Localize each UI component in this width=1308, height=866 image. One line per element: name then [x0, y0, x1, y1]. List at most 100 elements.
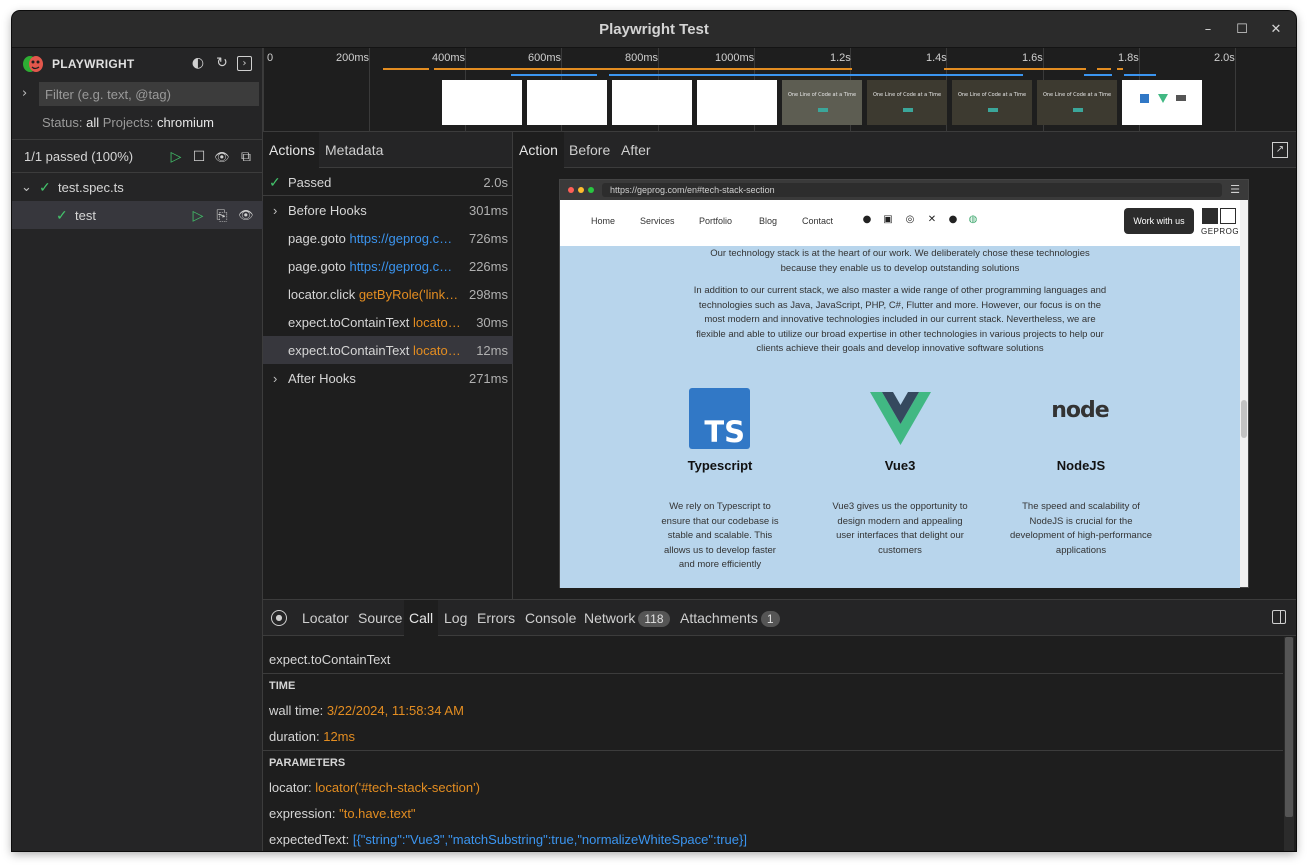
browser-url: https://geprog.com/en#tech-stack-section [602, 183, 1222, 197]
filter-input[interactable] [39, 82, 259, 106]
details-tabbar: ● Locator Source Call Log Errors Console… [263, 600, 1296, 636]
tab-metadata[interactable]: Metadata [319, 132, 389, 168]
timeline-thumbnail[interactable]: One Line of Code at a Time [867, 80, 947, 125]
wall-time-label: wall time: [269, 703, 324, 718]
action-param: https://geprog.c… [349, 259, 453, 274]
timeline-thumbnail[interactable] [1122, 80, 1202, 125]
open-source-icon[interactable]: ⎘ [213, 206, 231, 224]
menu-icon: ☰ [1230, 183, 1240, 196]
playwright-logo-icon [23, 56, 43, 72]
tree-item-test[interactable]: ✓ test ▷ ⎘ 👁 [12, 201, 263, 229]
check-icon: ✓ [39, 179, 51, 195]
collapse-all-icon[interactable]: ⧉ [237, 148, 255, 166]
details-scrollbar-thumb[interactable] [1285, 637, 1293, 817]
tab-network[interactable]: Network 118 [579, 600, 675, 636]
timeline-thumbnail[interactable]: One Line of Code at a Time [782, 80, 862, 125]
theme-toggle-icon[interactable]: ◐ [189, 54, 207, 72]
timeline-thumbnail[interactable] [442, 80, 522, 125]
x-icon: ✕ [927, 214, 937, 225]
close-icon[interactable]: ✕ [1265, 19, 1287, 41]
watch-test-icon[interactable]: 👁 [237, 206, 255, 224]
chevron-right-icon[interactable]: › [273, 203, 277, 218]
action-item[interactable]: expect.toContainText locato… 30ms [263, 308, 513, 336]
tab-actions[interactable]: Actions [263, 132, 319, 168]
actions-panel: Actions Metadata ✓ Passed 2.0s › Before … [263, 132, 513, 599]
browser-scrollbar-thumb [1241, 400, 1247, 438]
maximize-icon[interactable]: ☐ [1231, 19, 1253, 41]
chevron-right-icon[interactable]: › [273, 371, 277, 386]
expression-param-row: expression: "to.have.text" [269, 806, 416, 821]
timeline-tick-label: 1.4s [926, 52, 947, 64]
timeline-bar [1117, 68, 1123, 70]
tab-locator[interactable]: Locator [297, 600, 354, 636]
thumbnail-text: One Line of Code at a Time [957, 92, 1027, 98]
watch-all-icon[interactable]: 👁 [213, 148, 231, 166]
tab-after[interactable]: After [615, 132, 657, 168]
action-before-hooks[interactable]: › Before Hooks 301ms [263, 196, 513, 224]
tab-log[interactable]: Log [439, 600, 472, 636]
action-item[interactable]: locator.click getByRole('link… 298ms [263, 280, 513, 308]
tech-title-typescript: Typescript [687, 458, 753, 473]
check-icon: ✓ [269, 174, 281, 190]
projects-value[interactable]: chromium [157, 115, 214, 130]
action-passed[interactable]: ✓ Passed 2.0s [263, 168, 513, 196]
timeline-thumbnail[interactable] [527, 80, 607, 125]
brand-row: PLAYWRIGHT ◐ ↻ › [12, 48, 263, 80]
tab-console[interactable]: Console [520, 600, 581, 636]
watch-mode-icon[interactable]: › [237, 56, 252, 71]
duration-label: duration: [269, 729, 320, 744]
attachments-count-badge: 1 [760, 611, 780, 627]
nav-blog: Blog [759, 216, 778, 226]
timeline[interactable]: 0 200ms 400ms 600ms 800ms 1000ms 1.2s 1.… [263, 48, 1296, 132]
timeline-bar [979, 74, 1023, 76]
tab-attachments[interactable]: Attachments 1 [675, 600, 785, 636]
timeline-tick-label: 1.6s [1022, 52, 1043, 64]
timeline-thumbnail[interactable] [612, 80, 692, 125]
timeline-thumbnail[interactable]: One Line of Code at a Time [1037, 80, 1117, 125]
details-scrollbar[interactable] [1284, 637, 1294, 851]
run-test-icon[interactable]: ▷ [189, 206, 207, 224]
status-value[interactable]: all [86, 115, 99, 130]
action-item[interactable]: page.goto https://geprog.c… 726ms [263, 224, 513, 252]
run-all-icon[interactable]: ▷ [167, 148, 185, 166]
timeline-thumbnail[interactable] [697, 80, 777, 125]
action-param: locato… [413, 315, 461, 330]
chevron-right-icon[interactable]: › [22, 86, 27, 101]
thumbnail-text: One Line of Code at a Time [1042, 92, 1112, 98]
reload-icon[interactable]: ↻ [213, 54, 231, 72]
tab-source[interactable]: Source [353, 600, 407, 636]
timeline-thumbnail[interactable]: One Line of Code at a Time [952, 80, 1032, 125]
action-item-selected[interactable]: expect.toContainText locato… 12ms [263, 336, 513, 364]
tree-test-label: test [75, 208, 96, 223]
vue-mini-logo [1158, 94, 1168, 103]
duration-value: 12ms [323, 729, 356, 744]
chevron-down-icon[interactable]: ⌄ [21, 179, 32, 195]
intro-paragraph-2: In addition to our current stack, we als… [693, 285, 1107, 354]
actions-tabbar: Actions Metadata [263, 132, 512, 168]
action-param: locato… [413, 343, 461, 358]
expected-text-param-row: expectedText: [{"string":"Vue3","matchSu… [269, 832, 747, 847]
action-item[interactable]: page.goto https://geprog.c… 226ms [263, 252, 513, 280]
open-external-icon[interactable]: ↗ [1272, 142, 1288, 158]
network-count-badge: 118 [638, 611, 670, 627]
action-duration: 2.0s [483, 175, 508, 190]
stop-icon[interactable]: ☐ [190, 148, 208, 166]
thumbnail-button-shape [988, 108, 998, 112]
timeline-bar [1124, 74, 1156, 76]
action-title: expect.toContainText locato… [288, 315, 483, 330]
tree-item-file[interactable]: ⌄ ✓ test.spec.ts [12, 173, 263, 201]
toggle-sidebar-icon[interactable] [1272, 610, 1286, 624]
tab-call[interactable]: Call [404, 600, 439, 636]
instagram-icon: ◎ [905, 214, 915, 225]
locator-param-row: locator: locator('#tech-stack-section') [269, 780, 480, 795]
tab-action[interactable]: Action [513, 132, 564, 168]
wall-time-row: wall time: 3/22/2024, 11:58:34 AM [269, 703, 464, 718]
ts-mini-logo [1140, 94, 1149, 103]
minimize-icon[interactable]: – [1197, 19, 1219, 41]
action-title: expect.toContainText locato… [288, 343, 483, 358]
geprog-logo-outline [1220, 208, 1236, 224]
pick-locator-icon[interactable]: ● [271, 610, 287, 626]
tab-errors[interactable]: Errors [472, 600, 520, 636]
action-after-hooks[interactable]: › After Hooks 271ms [263, 364, 513, 392]
tab-before[interactable]: Before [563, 132, 616, 168]
